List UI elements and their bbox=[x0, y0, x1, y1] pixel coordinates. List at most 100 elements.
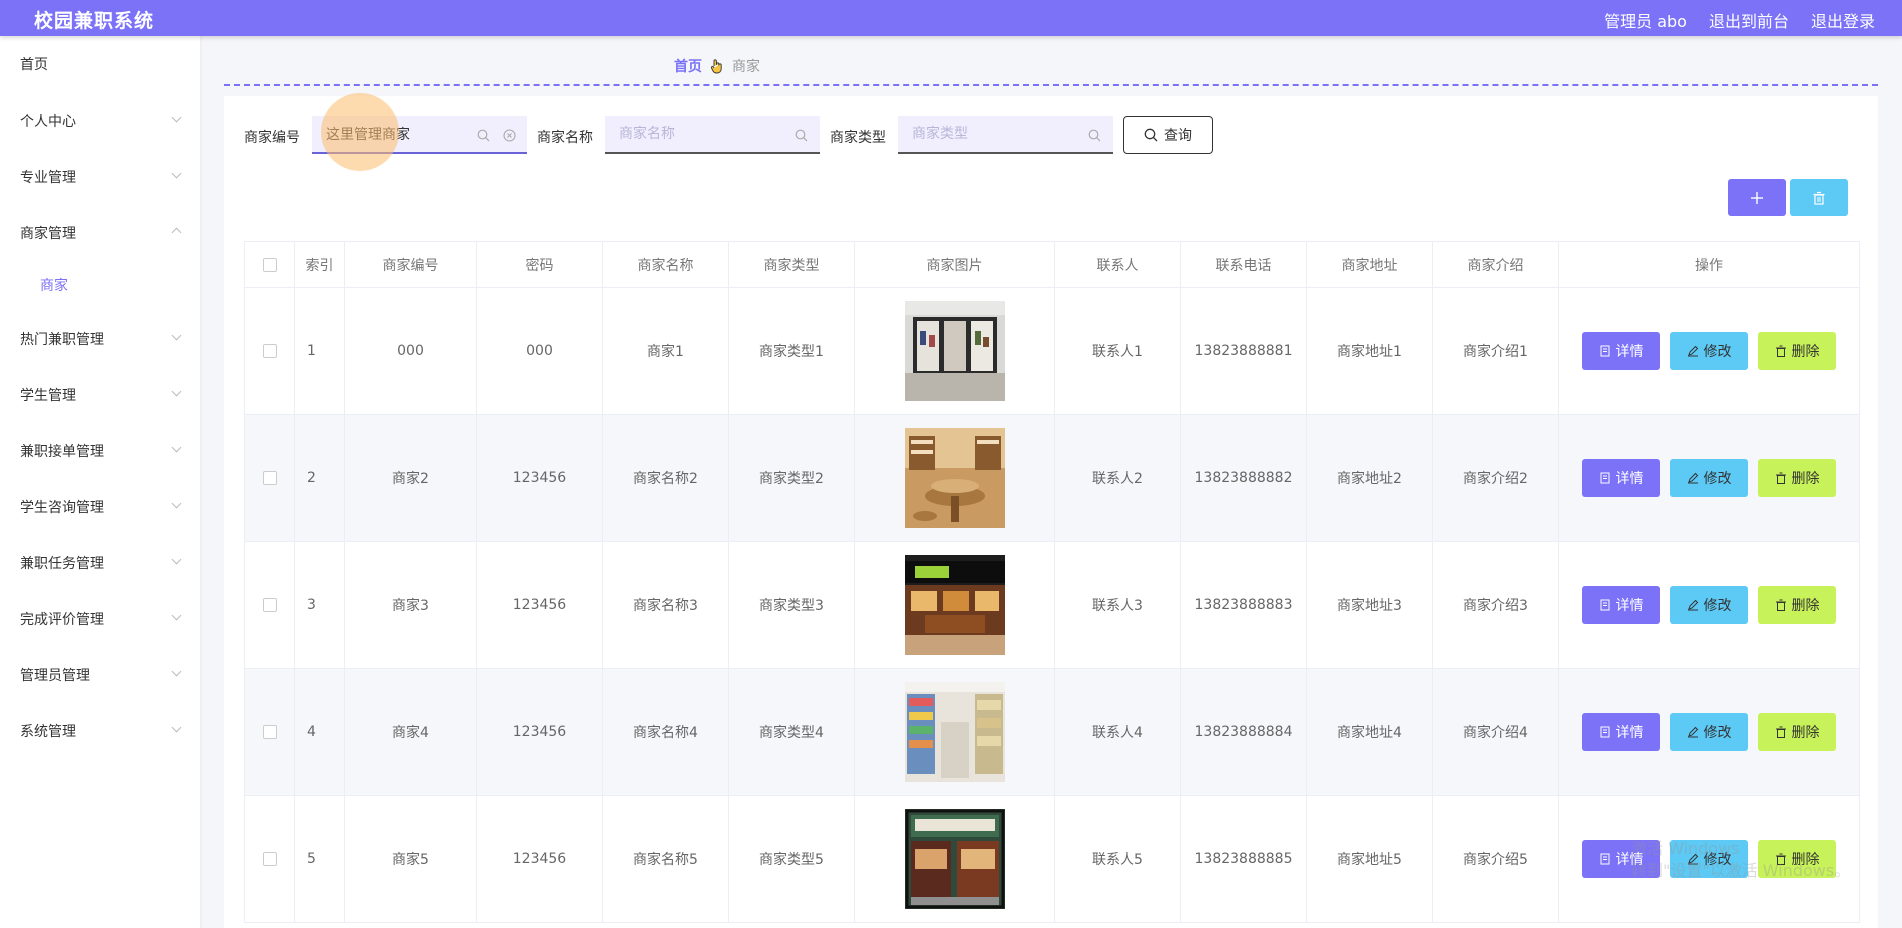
sidebar-item-consult[interactable]: 学生咨询管理 bbox=[20, 497, 182, 517]
document-icon bbox=[1600, 853, 1609, 865]
sidebar-item-hot-jobs[interactable]: 热门兼职管理 bbox=[20, 329, 182, 349]
row-checkbox[interactable] bbox=[262, 344, 277, 358]
query-button[interactable]: 查询 bbox=[1123, 116, 1213, 154]
trash-icon bbox=[1775, 472, 1786, 484]
sidebar-item-reviews[interactable]: 完成评价管理 bbox=[20, 609, 182, 629]
delete-button[interactable]: 删除 bbox=[1758, 586, 1836, 624]
exit-to-front-link[interactable]: 退出到前台 bbox=[1709, 8, 1789, 32]
select-all-checkbox[interactable] bbox=[262, 257, 277, 272]
edit-button-label: 修改 bbox=[1703, 725, 1732, 741]
breadcrumb-home[interactable]: 首页 bbox=[674, 56, 702, 76]
table-row: 2 商家2 123456 商家名称2 商家类型2 联系人2 1382388888… bbox=[244, 414, 1860, 542]
pencil-icon bbox=[1687, 472, 1698, 484]
sidebar-item-label: 商家管理 bbox=[20, 226, 76, 242]
merchant-no-input[interactable] bbox=[312, 116, 527, 154]
sidebar-subitem-merchant[interactable]: 商家 bbox=[40, 275, 68, 295]
edit-button-label: 修改 bbox=[1703, 471, 1732, 487]
detail-button-label: 详情 bbox=[1615, 598, 1644, 614]
delete-button[interactable]: 删除 bbox=[1758, 332, 1836, 370]
cell-password: 123456 bbox=[476, 668, 603, 796]
cell-operations: 详情 修改 删除 bbox=[1558, 541, 1860, 669]
sidebar-item-job-orders[interactable]: 兼职接单管理 bbox=[20, 441, 182, 461]
edit-button[interactable]: 修改 bbox=[1670, 459, 1748, 497]
row-select-cell bbox=[244, 414, 295, 542]
cell-address: 商家地址3 bbox=[1306, 541, 1433, 669]
hand-icon bbox=[710, 59, 722, 74]
merchant-image[interactable] bbox=[904, 682, 1005, 782]
cell-operations: 详情 修改 删除 bbox=[1558, 414, 1860, 542]
cell-address: 商家地址1 bbox=[1306, 287, 1433, 415]
merchant-image[interactable] bbox=[904, 301, 1005, 401]
pencil-icon bbox=[1687, 345, 1698, 357]
detail-button-label: 详情 bbox=[1615, 471, 1644, 487]
detail-button[interactable]: 详情 bbox=[1582, 586, 1660, 624]
merchant-type-input[interactable] bbox=[898, 116, 1113, 154]
document-icon bbox=[1600, 726, 1609, 738]
merchant-image[interactable] bbox=[904, 428, 1005, 528]
sidebar-item-label: 个人中心 bbox=[20, 114, 76, 130]
trash-icon bbox=[1813, 191, 1825, 205]
delete-button-label: 删除 bbox=[1791, 471, 1820, 487]
delete-button[interactable]: 删除 bbox=[1758, 713, 1836, 751]
row-checkbox[interactable] bbox=[262, 852, 277, 866]
row-checkbox[interactable] bbox=[262, 471, 277, 485]
row-checkbox[interactable] bbox=[262, 725, 277, 739]
logout-link[interactable]: 退出登录 bbox=[1811, 8, 1875, 32]
sidebar-item-students[interactable]: 学生管理 bbox=[20, 385, 182, 405]
table-row: 5 商家5 123456 商家名称5 商家类型5 联系人5 1382388888… bbox=[244, 795, 1860, 923]
merchant-image[interactable] bbox=[904, 809, 1005, 909]
plus-icon bbox=[1751, 191, 1763, 204]
search-icon bbox=[795, 129, 808, 142]
detail-button[interactable]: 详情 bbox=[1582, 713, 1660, 751]
cell-merchant-type: 商家类型4 bbox=[728, 668, 855, 796]
sidebar-item-major[interactable]: 专业管理 bbox=[20, 167, 182, 187]
watermark-line-2: 转到"设置"以激活 Windows。 bbox=[1631, 861, 1851, 880]
sidebar-item-job-tasks[interactable]: 兼职任务管理 bbox=[20, 553, 182, 573]
cell-phone: 13823888884 bbox=[1180, 668, 1307, 796]
cell-contact: 联系人3 bbox=[1054, 541, 1181, 669]
add-button[interactable] bbox=[1728, 179, 1786, 216]
chevron-down-icon bbox=[171, 386, 182, 397]
select-all-cell bbox=[244, 241, 295, 288]
sidebar-item-label: 系统管理 bbox=[20, 724, 76, 740]
cell-operations: 详情 修改 删除 bbox=[1558, 287, 1860, 415]
delete-button[interactable]: 删除 bbox=[1758, 459, 1836, 497]
cell-merchant-type: 商家类型2 bbox=[728, 414, 855, 542]
cell-merchant-type: 商家类型1 bbox=[728, 287, 855, 415]
cell-contact: 联系人5 bbox=[1054, 795, 1181, 923]
cell-intro: 商家介绍2 bbox=[1432, 414, 1559, 542]
cell-index: 1 bbox=[294, 287, 345, 415]
column-header: 商家地址 bbox=[1306, 241, 1433, 288]
cell-intro: 商家介绍5 bbox=[1432, 795, 1559, 923]
column-header: 操作 bbox=[1558, 241, 1860, 288]
sidebar-item-system[interactable]: 系统管理 bbox=[20, 721, 182, 741]
clear-icon[interactable] bbox=[503, 129, 516, 142]
document-icon bbox=[1600, 599, 1609, 611]
sidebar-item-admins[interactable]: 管理员管理 bbox=[20, 665, 182, 685]
edit-button[interactable]: 修改 bbox=[1670, 332, 1748, 370]
row-checkbox[interactable] bbox=[262, 598, 277, 612]
merchant-name-input[interactable] bbox=[605, 116, 820, 154]
sidebar-item-home[interactable]: 首页 bbox=[20, 54, 180, 74]
merchant-image[interactable] bbox=[904, 555, 1005, 655]
cell-merchant-name: 商家1 bbox=[602, 287, 729, 415]
cell-phone: 13823888881 bbox=[1180, 287, 1307, 415]
batch-delete-button[interactable] bbox=[1790, 179, 1848, 216]
cell-image bbox=[854, 668, 1055, 796]
detail-button[interactable]: 详情 bbox=[1582, 332, 1660, 370]
pencil-icon bbox=[1687, 599, 1698, 611]
merchant-type-label: 商家类型 bbox=[830, 130, 886, 146]
detail-button[interactable]: 详情 bbox=[1582, 459, 1660, 497]
trash-icon bbox=[1775, 726, 1786, 738]
sidebar-item-personal-center[interactable]: 个人中心 bbox=[20, 111, 182, 131]
row-select-cell bbox=[244, 795, 295, 923]
column-header: 联系人 bbox=[1054, 241, 1181, 288]
cell-merchant-no: 商家2 bbox=[344, 414, 477, 542]
cell-merchant-no: 商家3 bbox=[344, 541, 477, 669]
edit-button[interactable]: 修改 bbox=[1670, 586, 1748, 624]
merchant-table: 索引 商家编号 密码 商家名称 商家类型 商家图片 联系人 联系电话 商家地址 … bbox=[244, 241, 1860, 923]
sidebar-item-merchant-mgmt[interactable]: 商家管理 bbox=[20, 223, 182, 243]
top-right-links: 管理员 abo 退出到前台 退出登录 bbox=[1604, 8, 1875, 32]
edit-button[interactable]: 修改 bbox=[1670, 713, 1748, 751]
cell-image bbox=[854, 287, 1055, 415]
